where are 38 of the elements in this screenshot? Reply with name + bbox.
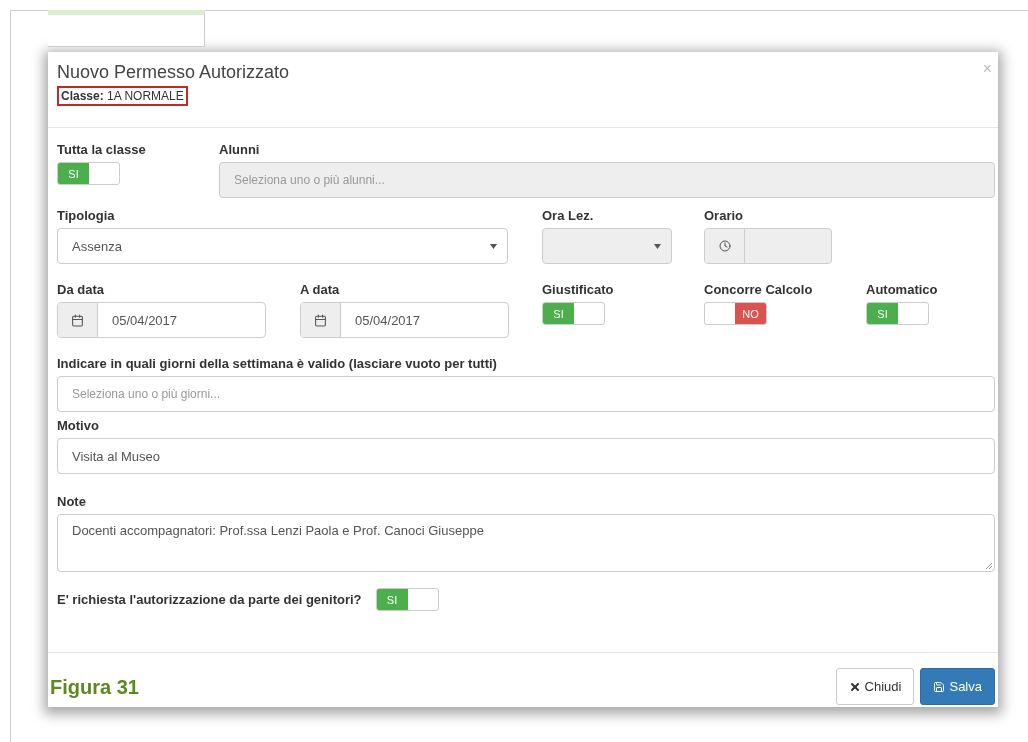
weekdays-field[interactable]: Seleziona uno o più giorni... [57,376,995,412]
save-button[interactable]: Salva [920,668,995,705]
toggle-switch[interactable]: SI [542,302,605,325]
class-subtitle: Classe: 1A NORMALE [57,86,188,106]
toggle-switch[interactable]: SI [866,302,929,325]
type-select[interactable]: Assenza [57,228,508,264]
close-button[interactable]: Chiudi [835,668,915,705]
resize-grip-icon[interactable] [985,562,992,569]
toggle-switch[interactable]: SI [375,588,439,611]
toggle-switch[interactable]: SI [57,162,120,185]
clock-icon [718,240,731,252]
field-label: Da data [57,282,105,297]
field-label: Concorre Calcolo [704,282,814,297]
field-label: Ora Lez. [542,208,595,223]
toggle-switch[interactable]: NO [704,302,767,325]
caret-icon [490,244,497,249]
figure-caption: Figura 31 [49,676,139,700]
field-label: Giustificato [542,282,615,297]
close-icon [848,680,861,693]
field-label: Alunni [219,142,261,157]
calendar-icon [71,313,84,327]
field-label: Indicare in quali giorni della settimana è valido (lasciare vuoto per tutti) [57,356,498,371]
field-label: Tipologia [57,208,116,223]
floppy-icon [933,680,946,693]
field-label: A data [300,282,341,297]
field-label: Orario [704,208,744,223]
dialog-title: Nuovo Permesso Autorizzato [57,62,290,83]
field-label: Note [57,494,87,509]
field-label: Automatico [866,282,939,297]
date-field[interactable]: 05/04/2017 [57,302,266,338]
notes-textarea[interactable]: Docenti accompagnatori: Prof.ssa Lenzi Paola e Prof. Canoci Giuseppe [57,514,995,572]
reason-field[interactable]: Visita al Museo [57,438,995,474]
caret-icon [654,244,661,249]
field-label: E' richiesta l'autorizzazione da parte dei genitori? [57,591,362,607]
field-label: Motivo [57,418,100,433]
calendar-icon [314,313,327,327]
date-field[interactable]: 05/04/2017 [300,302,509,338]
field-label: Tutta la classe [57,142,147,157]
